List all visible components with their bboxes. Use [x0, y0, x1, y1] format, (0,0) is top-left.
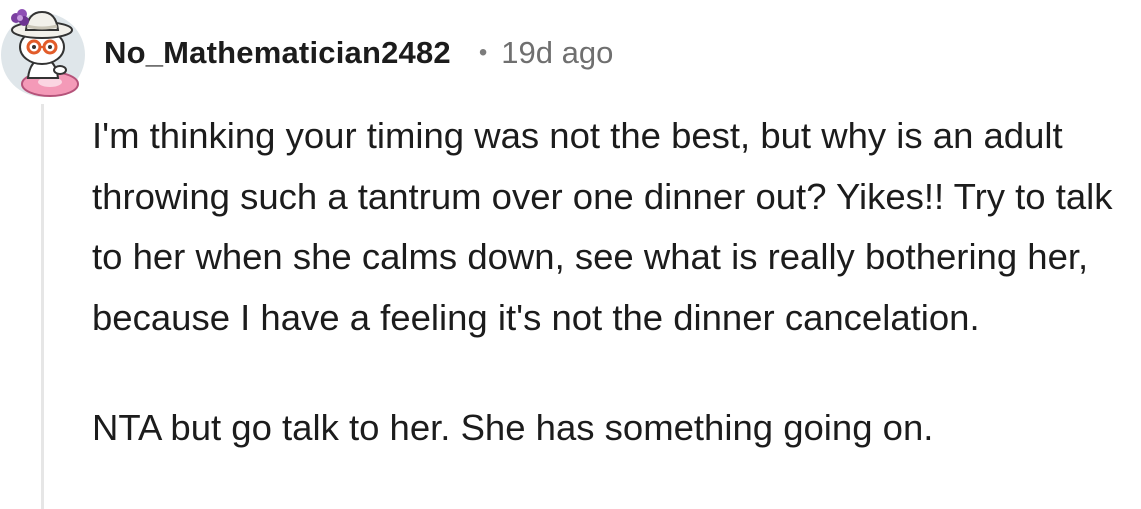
comment-header: No_Mathematician2482 • 19d ago [104, 30, 613, 76]
comment: No_Mathematician2482 • 19d ago I'm think… [0, 0, 1141, 509]
thread-collapse-line[interactable] [41, 104, 44, 509]
comment-body: I'm thinking your timing was not the bes… [92, 106, 1137, 459]
comment-timestamp[interactable]: 19d ago [501, 35, 613, 71]
snoo-avatar-icon [1, 9, 85, 97]
username-link[interactable]: No_Mathematician2482 [104, 35, 451, 71]
comment-paragraph: I'm thinking your timing was not the bes… [92, 115, 1113, 338]
comment-paragraph: NTA but go talk to her. She has somethin… [92, 407, 934, 448]
user-avatar[interactable] [0, 4, 86, 98]
separator-dot: • [478, 39, 488, 66]
